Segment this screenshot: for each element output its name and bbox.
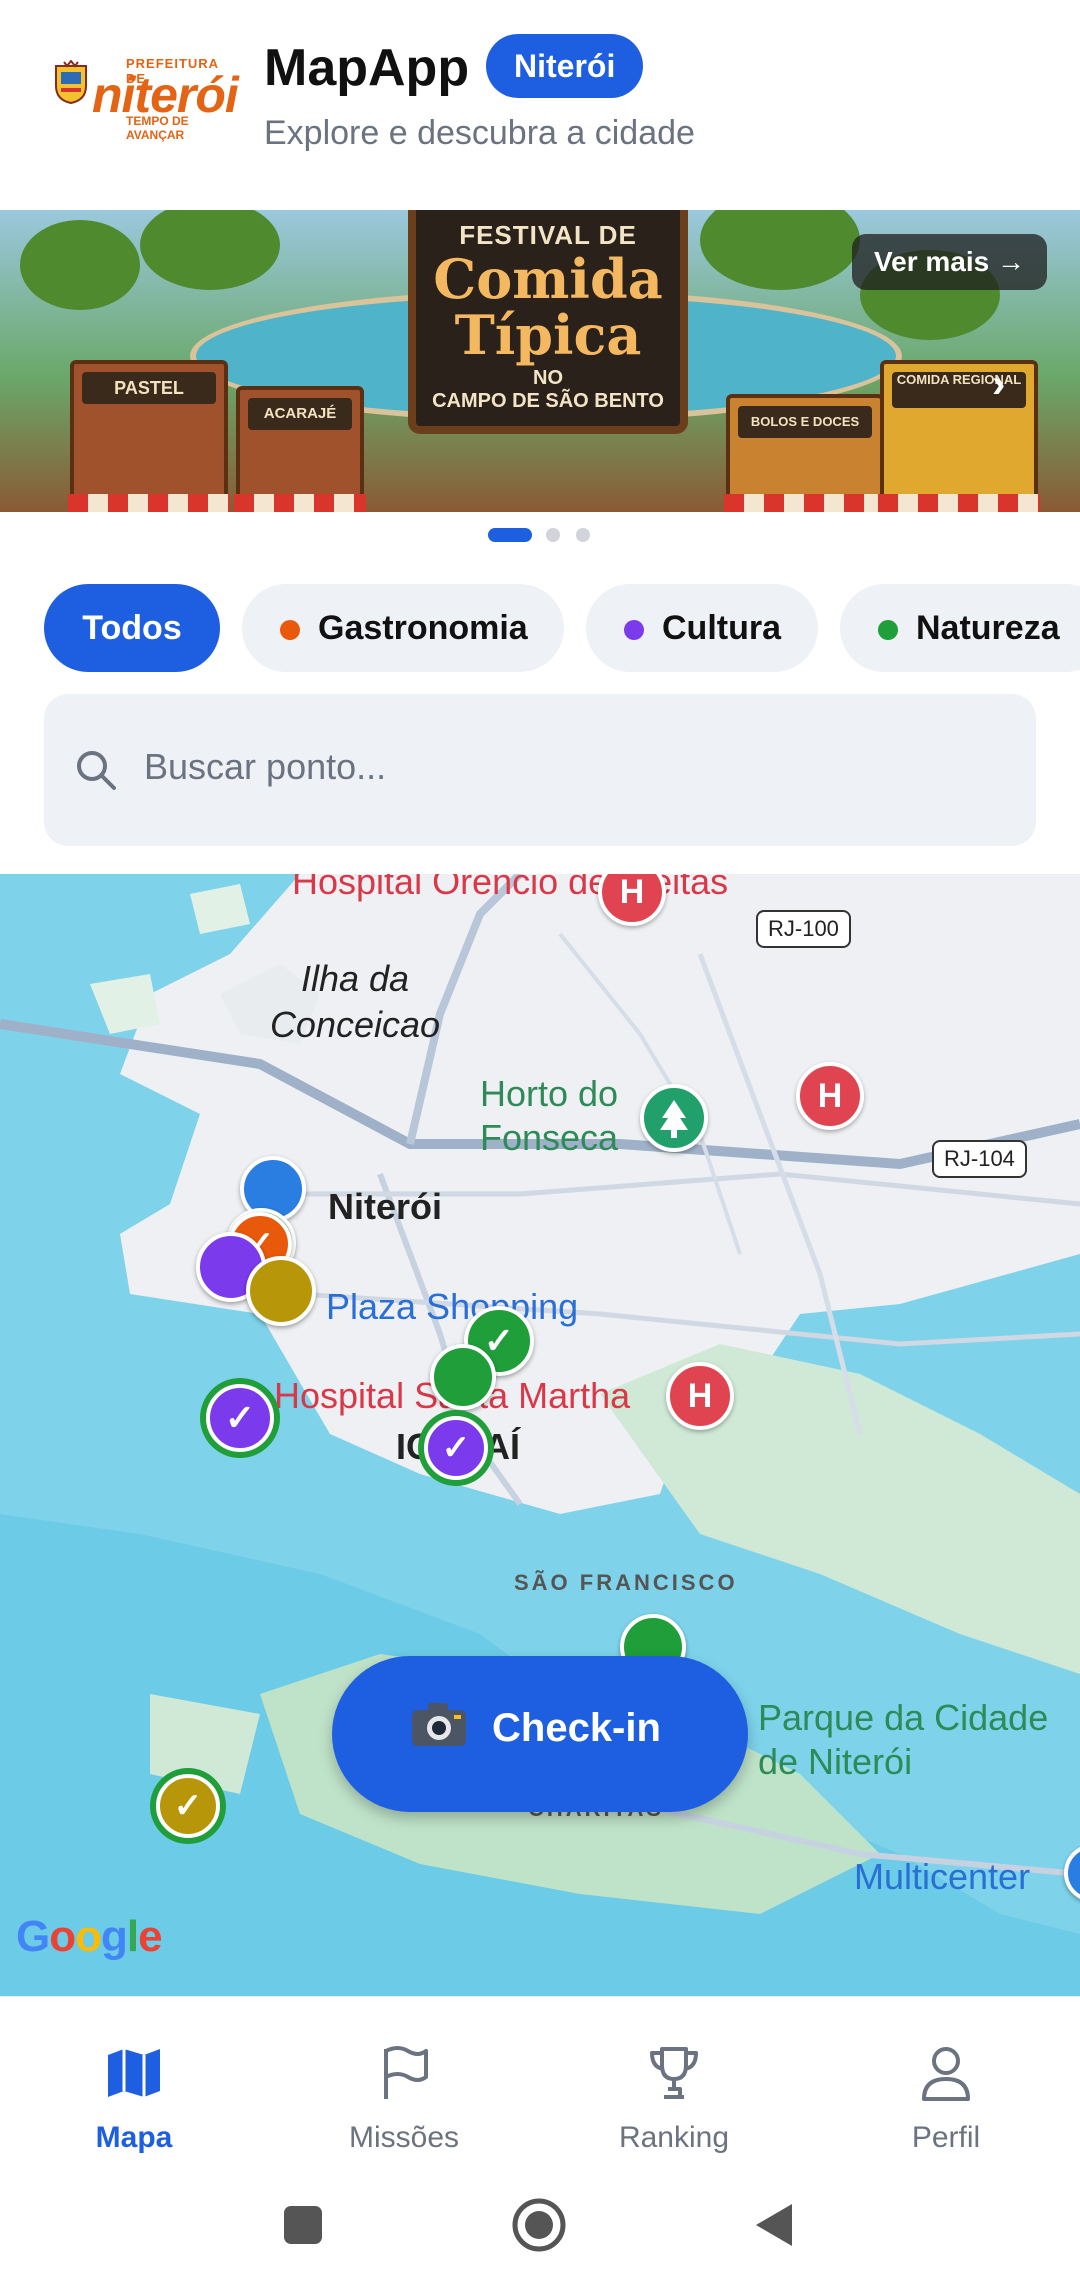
- nav-item-mapa[interactable]: Mapa: [34, 2041, 234, 2155]
- festival-word-tipica: Típica: [454, 303, 642, 367]
- tree-illustration: [20, 220, 140, 310]
- ilha-conceicao-label: Ilha da Conceicao: [269, 958, 441, 1045]
- poi-marker-checked[interactable]: ✓: [206, 1384, 274, 1452]
- natureza-dot-icon: [878, 620, 898, 640]
- stall-pastel: PASTEL: [68, 360, 230, 512]
- back-icon[interactable]: [750, 2200, 796, 2250]
- nav-item-ranking[interactable]: Ranking: [574, 2041, 774, 2155]
- checkin-label: Check-in: [492, 1706, 661, 1750]
- city-label-niteroi: Niterói: [328, 1186, 443, 1227]
- camera-icon: [412, 1703, 466, 1746]
- festival-word-comida: Comida: [433, 247, 663, 311]
- app-subtitle: Explore e descubra a cidade: [264, 114, 695, 152]
- search-placeholder: Buscar ponto...: [144, 746, 387, 787]
- stall-bolos: BOLOS E DOCES: [724, 394, 886, 512]
- poi-marker-checked[interactable]: ✓: [156, 1774, 220, 1838]
- pagination-dot[interactable]: [546, 528, 560, 542]
- app-header: PREFEITURA DE niterói TEMPO DE AVANÇAR M…: [0, 0, 1080, 210]
- poi-plaza-shopping-label[interactable]: Plaza Shopping: [326, 1286, 578, 1328]
- app-title: MapApp: [264, 39, 470, 97]
- checkmark-icon: ✓: [173, 1787, 203, 1825]
- chip-label: Gastronomia: [318, 609, 528, 647]
- chip-cultura[interactable]: Cultura: [586, 584, 818, 672]
- chip-gastronomia[interactable]: Gastronomia: [242, 584, 564, 672]
- stall-comida-regional: COMIDA REGIONAL: [878, 360, 1040, 512]
- poi-horto-label[interactable]: Horto do Fonseca: [474, 1072, 624, 1160]
- chevron-right-icon[interactable]: ›: [992, 362, 1005, 407]
- hospital-icon[interactable]: H: [666, 1362, 734, 1430]
- prefeitura-logo: PREFEITURA DE niterói TEMPO DE AVANÇAR: [50, 52, 239, 142]
- pagination-dot-active[interactable]: [488, 528, 532, 542]
- road-shield-rj100: RJ-100: [756, 910, 851, 948]
- nav-label: Mapa: [95, 2121, 173, 2154]
- nav-item-perfil[interactable]: Perfil: [846, 2041, 1046, 2155]
- festival-board: FESTIVAL DE Comida Típica NO CAMPO DE SÃ…: [408, 210, 688, 434]
- chip-natureza[interactable]: Natureza: [840, 584, 1080, 672]
- home-icon[interactable]: [510, 2196, 568, 2254]
- chip-todos[interactable]: Todos: [44, 584, 220, 672]
- festival-location: CAMPO DE SÃO BENTO: [432, 390, 664, 412]
- stall-sign: BOLOS E DOCES: [738, 406, 872, 438]
- stall-sign: PASTEL: [82, 372, 216, 404]
- stall-sign: COMIDA REGIONAL: [892, 372, 1026, 408]
- stall-sign: ACARAJÉ: [248, 398, 352, 430]
- pagination-dot[interactable]: [576, 528, 590, 542]
- hospital-icon[interactable]: H: [796, 1062, 864, 1130]
- stall-acaraje: ACARAJÉ: [234, 386, 366, 512]
- chip-label: Cultura: [662, 609, 781, 647]
- city-crest-icon: [55, 60, 87, 104]
- nav-label: Perfil: [911, 2121, 981, 2154]
- ver-mais-button[interactable]: Ver mais →: [852, 234, 1047, 290]
- gastronomia-dot-icon: [280, 620, 300, 640]
- chip-label: Natureza: [916, 609, 1060, 647]
- android-system-bar: [0, 2180, 1080, 2290]
- category-filters: Todos Gastronomia Cultura Natureza: [0, 584, 1080, 672]
- tree-illustration: [700, 210, 860, 290]
- trophy-icon: [650, 2047, 698, 2099]
- road-shield-rj104: RJ-104: [932, 1140, 1027, 1178]
- tree-illustration: [140, 210, 280, 290]
- bottom-navigation: Mapa Missões Ranking Perfil: [0, 1996, 1080, 2181]
- poi-multicenter-label[interactable]: Multicenter: [854, 1856, 1030, 1898]
- map-icon: [108, 2049, 160, 2097]
- city-badge[interactable]: Niterói: [486, 34, 644, 98]
- google-logo: Google: [16, 1912, 163, 1961]
- district-label-sao-francisco: SÃO FRANCISCO: [514, 1570, 738, 1595]
- poi-marker-checked[interactable]: ✓: [424, 1416, 488, 1480]
- logo-slogan: TEMPO DE AVANÇAR: [126, 114, 189, 142]
- map-view[interactable]: Hospital Orencio de Freitas H RJ-100 Ilh…: [0, 874, 1080, 1996]
- cultura-dot-icon: [624, 620, 644, 640]
- nav-label: Ranking: [618, 2121, 730, 2154]
- nav-label: Missões: [348, 2121, 460, 2154]
- flag-icon: [384, 2046, 428, 2099]
- nav-item-missoes[interactable]: Missões: [304, 2041, 504, 2155]
- festival-word-no: NO: [533, 367, 563, 389]
- checkmark-icon: ✓: [441, 1429, 471, 1467]
- search-icon: [77, 751, 116, 790]
- poi-marker[interactable]: [430, 1344, 496, 1410]
- recents-icon[interactable]: [282, 2204, 324, 2246]
- search-input[interactable]: Buscar ponto...: [44, 694, 1036, 846]
- poi-marker[interactable]: [246, 1256, 316, 1326]
- checkmark-icon: ✓: [224, 1397, 256, 1438]
- user-icon: [922, 2047, 970, 2101]
- promo-banner[interactable]: PASTEL ACARAJÉ BOLOS E DOCES COMIDA REGI…: [0, 210, 1080, 512]
- checkin-button[interactable]: Check-in: [332, 1656, 748, 1812]
- checkmark-icon: ✓: [483, 1320, 515, 1361]
- poi-parque-cidade-label[interactable]: Parque da Cidade de Niterói: [758, 1696, 1080, 1784]
- park-tree-icon[interactable]: [640, 1084, 708, 1152]
- map-base-layer: [0, 874, 1080, 1996]
